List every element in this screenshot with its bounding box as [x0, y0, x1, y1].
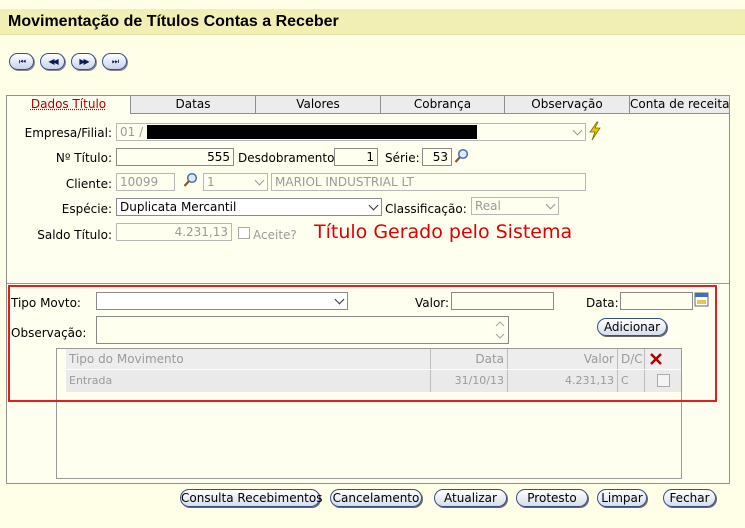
atualizar-button[interactable]: Atualizar — [434, 489, 507, 507]
last-icon: ⏭ — [111, 56, 119, 66]
especie-label: Espécie: — [61, 202, 112, 216]
lightning-icon[interactable] — [588, 121, 602, 141]
limpar-button[interactable]: Limpar — [597, 489, 647, 507]
empresa-label: Empresa/Filial: — [24, 126, 112, 140]
titulo-input[interactable]: 555 — [116, 148, 234, 166]
annotation-text: Título Gerado pelo Sistema — [314, 221, 573, 243]
aceite-label: Aceite? — [253, 228, 297, 242]
especie-select[interactable]: Duplicata Mercantil — [116, 198, 382, 216]
serie-search-icon[interactable] — [454, 148, 470, 164]
classificacao-label: Classificação: — [385, 202, 467, 216]
next-icon: ▶▶ — [79, 57, 89, 66]
tab-dados-titulo[interactable]: Dados Título — [6, 95, 131, 114]
tab-cobranca[interactable]: Cobrança — [381, 95, 505, 114]
empresa-select[interactable]: 01 / — [116, 123, 586, 141]
fechar-button[interactable]: Fechar — [663, 489, 716, 507]
tab-strip: Dados Título Datas Valores Cobrança Obse… — [6, 95, 730, 114]
cliente-name-input[interactable]: MARIOL INDUSTRIAL LT — [271, 173, 586, 191]
empresa-value: 01 / — [120, 125, 144, 139]
serie-input[interactable]: 53 — [422, 148, 452, 166]
serie-label: Série: — [385, 151, 420, 165]
cliente-search-icon[interactable] — [183, 172, 199, 188]
titulo-label: Nº Título: — [55, 151, 112, 165]
consulta-recebimentos-button[interactable]: Consulta Recebimentos — [180, 489, 322, 507]
cliente-seq-select[interactable]: 1 — [203, 173, 268, 191]
next-record-button[interactable]: ▶▶ — [71, 53, 96, 70]
previous-icon: ◀◀ — [48, 57, 58, 66]
first-record-button[interactable]: ⏮ — [9, 53, 34, 70]
cliente-label: Cliente: — [65, 177, 112, 191]
previous-record-button[interactable]: ◀◀ — [40, 53, 65, 70]
saldo-input[interactable]: 4.231,13 — [116, 223, 232, 241]
last-record-button[interactable]: ⏭ — [102, 53, 127, 70]
window-title: Movimentação de Títulos Contas a Receber — [8, 13, 339, 30]
desdobramento-input[interactable]: 1 — [334, 148, 378, 166]
cancelamento-button[interactable]: Cancelamento — [330, 489, 422, 507]
highlight-box — [8, 285, 717, 402]
first-icon: ⏮ — [18, 56, 26, 66]
aceite-checkbox[interactable] — [238, 227, 250, 239]
section-divider — [7, 283, 729, 284]
tab-datas[interactable]: Datas — [131, 95, 256, 114]
window-title-bar: Movimentação de Títulos Contas a Receber — [0, 9, 745, 35]
cliente-code-input[interactable]: 10099 — [116, 173, 175, 191]
classificacao-select[interactable]: Real — [471, 197, 559, 215]
desdobramento-label: Desdobramento: — [238, 151, 339, 165]
saldo-label: Saldo Título: — [37, 228, 112, 242]
protesto-button[interactable]: Protesto — [516, 489, 588, 507]
tab-valores[interactable]: Valores — [256, 95, 381, 114]
tab-conta-receita[interactable]: Conta de receita — [630, 95, 730, 114]
tab-observacao[interactable]: Observação — [505, 95, 630, 114]
redacted-block — [147, 125, 477, 139]
